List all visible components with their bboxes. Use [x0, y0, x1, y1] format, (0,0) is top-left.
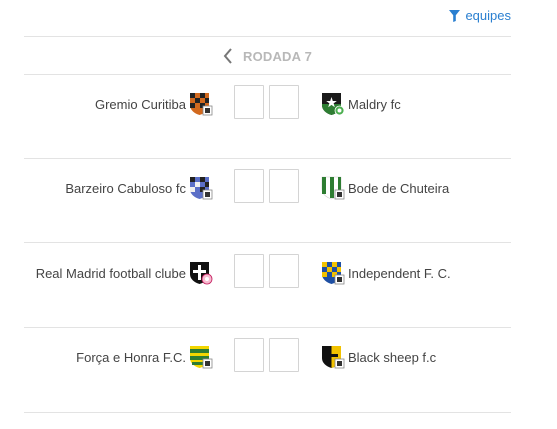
- away-team-name: Independent F. C.: [348, 265, 451, 281]
- match-divider: [24, 412, 511, 413]
- home-team-name: Real Madrid football clube: [35, 265, 186, 281]
- match-row: Barzeiro Cabuloso fc Bode de Chuteira: [0, 168, 557, 208]
- away-team[interactable]: Bode de Chuteira: [321, 176, 449, 200]
- chevron-left-icon[interactable]: [223, 48, 233, 64]
- home-score-input[interactable]: [234, 169, 264, 203]
- away-score-input[interactable]: [269, 254, 299, 288]
- away-team-name: Bode de Chuteira: [348, 180, 450, 196]
- home-team[interactable]: Força e Honra F.C.: [76, 345, 213, 369]
- away-team-name: Maldry fc: [348, 96, 401, 112]
- home-team-name: Força e Honra F.C.: [76, 349, 186, 365]
- home-team-name: Barzeiro Cabuloso fc: [65, 180, 186, 196]
- away-team-name: Black sheep f.c: [348, 349, 437, 365]
- round-title: RODADA 7: [242, 48, 312, 64]
- team-shield-icon: [321, 176, 345, 200]
- team-filter-label: equipes: [465, 8, 511, 23]
- team-filter-button[interactable]: equipes: [449, 8, 511, 23]
- home-score-input[interactable]: [234, 338, 264, 372]
- home-team[interactable]: Real Madrid football clube: [36, 261, 213, 285]
- home-team-name: Gremio Curitiba: [94, 96, 186, 112]
- team-shield-icon: [189, 176, 213, 200]
- round-navigation: RODADA 7: [24, 44, 511, 68]
- match-row: Gremio Curitiba Maldry fc: [0, 84, 557, 124]
- home-score-input[interactable]: [234, 254, 264, 288]
- away-score-input[interactable]: [269, 85, 299, 119]
- home-score-input[interactable]: [234, 85, 264, 119]
- team-shield-icon: [189, 261, 213, 285]
- away-team[interactable]: Independent F. C.: [321, 261, 451, 285]
- match-row: Força e Honra F.C. Black sheep f.c: [0, 337, 557, 377]
- match-divider: [24, 327, 511, 328]
- home-team[interactable]: Barzeiro Cabuloso fc: [65, 176, 213, 200]
- away-score-input[interactable]: [269, 338, 299, 372]
- team-shield-icon: [321, 345, 345, 369]
- away-score-input[interactable]: [269, 169, 299, 203]
- match-row: Real Madrid football clube Independent F…: [0, 253, 557, 293]
- away-team[interactable]: Maldry fc: [321, 92, 401, 116]
- away-team[interactable]: Black sheep f.c: [321, 345, 436, 369]
- team-shield-icon: [321, 261, 345, 285]
- team-shield-icon: [321, 92, 345, 116]
- match-divider: [24, 158, 511, 159]
- top-divider: [24, 36, 511, 37]
- round-divider: [24, 74, 511, 75]
- match-divider: [24, 242, 511, 243]
- team-shield-icon: [189, 345, 213, 369]
- home-team[interactable]: Gremio Curitiba: [95, 92, 213, 116]
- team-shield-icon: [189, 92, 213, 116]
- filter-icon: [449, 9, 461, 22]
